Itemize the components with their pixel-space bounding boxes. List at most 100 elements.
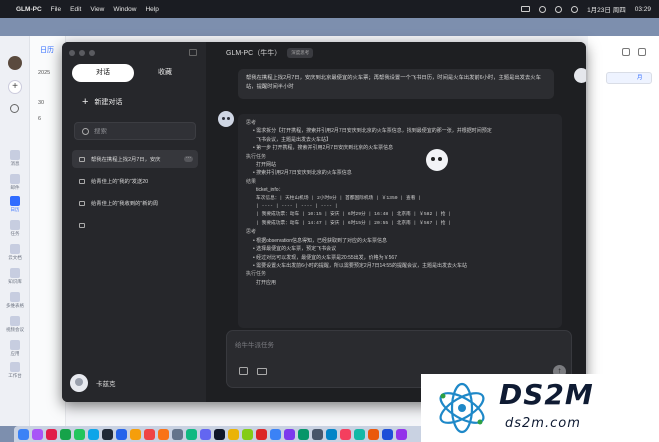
mode-badge[interactable]: 深度思考 — [287, 48, 314, 58]
music-icon[interactable] — [46, 428, 57, 440]
more-options-button[interactable]: ··· — [184, 156, 193, 162]
maximize-window-button[interactable] — [89, 50, 95, 56]
menu-view[interactable]: View — [90, 6, 104, 13]
app-icon[interactable] — [382, 428, 393, 440]
settings-icon[interactable] — [622, 48, 630, 56]
app-icon[interactable] — [186, 428, 197, 440]
response-line: | 我要成功票：动车 | 14:47 | 安庆 | 6时15分 | 20:55 … — [256, 220, 452, 226]
new-chat-button[interactable]: + 新建对话 — [82, 97, 123, 108]
history-item[interactable]: 帮我在携程上找2月7日，安庆 ··· — [72, 150, 198, 168]
menu-bar: GLM-PC File Edit View Window Help 1月23日 … — [0, 0, 659, 18]
app-icon[interactable] — [298, 428, 309, 440]
app-icon[interactable] — [88, 428, 99, 440]
app-icon[interactable] — [396, 428, 407, 440]
user-avatar — [574, 68, 586, 83]
add-icon[interactable]: + — [8, 80, 22, 94]
table-icon — [10, 292, 20, 302]
app-icon[interactable] — [270, 428, 281, 440]
response-line: 车次信息：| 天柱山机场 | 2小时9分 | 首都国际机场 | ￥1350 | … — [256, 195, 422, 201]
app-icon[interactable] — [130, 428, 141, 440]
wechat-icon[interactable] — [60, 428, 71, 440]
mascot-icon[interactable] — [426, 149, 448, 171]
search-icon — [82, 127, 89, 135]
control-center-icon[interactable] — [539, 5, 547, 13]
menubar-date[interactable]: 1月23日 周四 — [587, 4, 626, 14]
search-box[interactable] — [74, 122, 196, 140]
share-icon[interactable] — [638, 48, 646, 56]
app-icon[interactable] — [144, 428, 155, 440]
spotlight-icon[interactable] — [571, 5, 579, 13]
terminal-icon[interactable] — [102, 428, 113, 440]
app-icon[interactable] — [354, 428, 365, 440]
response-line: 结果 — [246, 178, 257, 185]
response-line: • 根据observation信息得知，已经获取到了对应的火车票信息 — [253, 237, 387, 244]
tab-favorites[interactable]: 收藏 — [134, 64, 196, 82]
calendar-day[interactable]: 30 — [38, 100, 44, 106]
app-icon[interactable] — [256, 428, 267, 440]
app-icon[interactable] — [200, 428, 211, 440]
app-icon[interactable] — [312, 428, 323, 440]
menubar-time[interactable]: 03:29 — [635, 6, 651, 13]
rail-label: 云文档 — [8, 255, 22, 260]
watermark: DS2M ds2m.com — [421, 374, 659, 442]
app-icon[interactable] — [172, 428, 183, 440]
folder-icon[interactable] — [257, 368, 267, 375]
minimize-window-button[interactable] — [79, 50, 85, 56]
menu-edit[interactable]: Edit — [70, 6, 81, 13]
calendar-year[interactable]: 2025 — [38, 70, 50, 76]
app-icon[interactable] — [214, 428, 225, 440]
app-icon[interactable] — [368, 428, 379, 440]
view-month-button[interactable]: 月 — [606, 72, 652, 84]
battery-icon[interactable] — [521, 6, 531, 12]
new-chat-label: 新建对话 — [94, 99, 123, 106]
rail-item-messages[interactable]: 消息 — [3, 150, 27, 167]
menu-help[interactable]: Help — [145, 6, 158, 13]
messages-icon[interactable] — [74, 428, 85, 440]
rail-item-tasks[interactable]: 任务 — [3, 220, 27, 237]
history-item[interactable]: 给青佳上的“我的”发送20 — [72, 172, 198, 190]
avatar[interactable] — [8, 56, 22, 70]
app-icon[interactable] — [116, 428, 127, 440]
avatar — [70, 374, 88, 392]
rail-label: 消息 — [10, 161, 20, 166]
image-upload-icon[interactable] — [239, 367, 248, 375]
search-icon[interactable] — [10, 104, 19, 113]
rail-item-apps[interactable]: 应用 — [3, 340, 27, 357]
chrome-icon[interactable] — [158, 428, 169, 440]
rail-item-wiki[interactable]: 知识库 — [3, 268, 27, 285]
wifi-icon[interactable] — [555, 5, 563, 13]
finder-icon[interactable] — [18, 428, 29, 440]
app-icon[interactable] — [284, 428, 295, 440]
chat-bubble-icon — [79, 222, 85, 228]
calendar-day[interactable]: 6 — [38, 116, 41, 122]
rail-item-docs[interactable]: 云文档 — [3, 244, 27, 261]
message-icon — [10, 150, 20, 160]
rail-item-workbench[interactable]: 工作台 — [3, 362, 27, 379]
close-window-button[interactable] — [69, 50, 75, 56]
menu-app-name[interactable]: GLM-PC — [16, 6, 42, 13]
response-line: 飞书会议，主题是出发去火车站】 — [256, 136, 332, 143]
rail-item-mail[interactable]: 邮件 — [3, 174, 27, 191]
app-icon[interactable] — [326, 428, 337, 440]
history-item[interactable]: 给青佳上的“我收到的”新的周 — [72, 194, 198, 212]
user-profile[interactable]: 卡兹克 — [70, 374, 116, 392]
chat-input[interactable] — [235, 339, 555, 355]
app-icon[interactable] — [228, 428, 239, 440]
menu-window[interactable]: Window — [113, 6, 136, 13]
response-line: ticket_info： — [256, 187, 284, 194]
history-item-title: 给青佳上的“我收到的”新的周 — [91, 201, 159, 207]
rail-item-base[interactable]: 多维表格 — [3, 292, 27, 309]
response-line: | 我要成功票：动车 | 10:15 | 安庆 | 6时29分 | 16:48 … — [256, 212, 452, 218]
rail-label: 任务 — [10, 231, 20, 236]
rail-item-meeting[interactable]: 视频会议 — [3, 316, 27, 333]
rail-item-calendar[interactable]: 日历 — [3, 196, 27, 213]
sidebar-tabs: 对话 收藏 — [72, 64, 196, 82]
menu-file[interactable]: File — [51, 6, 61, 13]
tab-chat[interactable]: 对话 — [72, 64, 134, 82]
sidebar-toggle-icon[interactable] — [189, 49, 197, 56]
history-item[interactable] — [72, 216, 198, 234]
launchpad-icon[interactable] — [32, 428, 43, 440]
app-icon[interactable] — [340, 428, 351, 440]
app-icon[interactable] — [242, 428, 253, 440]
search-input[interactable] — [94, 127, 194, 135]
